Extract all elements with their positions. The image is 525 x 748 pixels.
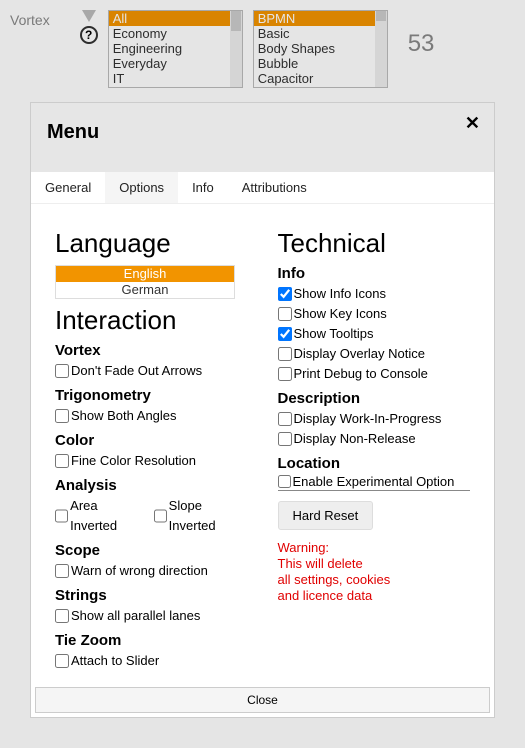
option-checkbox[interactable] bbox=[154, 509, 167, 523]
group-heading: Scope bbox=[55, 542, 248, 559]
option-checkbox[interactable] bbox=[278, 347, 292, 361]
group-heading: Vortex bbox=[55, 342, 248, 359]
group-heading: Strings bbox=[55, 587, 248, 604]
reset-warning: Warning:This will deleteall settings, co… bbox=[278, 540, 471, 604]
group-heading: Color bbox=[55, 432, 248, 449]
option-checkbox[interactable] bbox=[55, 454, 69, 468]
option-row: Area Inverted bbox=[55, 496, 144, 536]
tab-general[interactable]: General bbox=[31, 172, 105, 203]
language-select[interactable]: EnglishGerman bbox=[55, 265, 235, 299]
option-inline-row: Area Inverted Slope Inverted bbox=[55, 496, 248, 536]
option-checkbox[interactable] bbox=[55, 564, 69, 578]
option-checkbox[interactable] bbox=[278, 367, 292, 381]
option-row: Slope Inverted bbox=[154, 496, 248, 536]
option-row: Attach to Slider bbox=[55, 651, 248, 671]
location-option-label: Enable Experimental Option bbox=[293, 474, 455, 489]
option-checkbox[interactable] bbox=[278, 327, 292, 341]
language-option[interactable]: German bbox=[56, 282, 234, 298]
technical-heading: Technical bbox=[278, 228, 471, 259]
group-heading: Trigonometry bbox=[55, 387, 248, 404]
option-row: Display Overlay Notice bbox=[278, 344, 471, 364]
option-label: Attach to Slider bbox=[71, 651, 159, 671]
option-label: Print Debug to Console bbox=[294, 364, 428, 384]
option-row: Show Info Icons bbox=[278, 284, 471, 304]
tab-attributions[interactable]: Attributions bbox=[228, 172, 321, 203]
language-heading: Language bbox=[55, 228, 248, 259]
dialog-footer: Close bbox=[31, 683, 494, 717]
option-row: Display Non-Release bbox=[278, 429, 471, 449]
dialog-header: Menu ✕ bbox=[31, 103, 494, 172]
option-row: Display Work-In-Progress bbox=[278, 409, 471, 429]
option-label: Fine Color Resolution bbox=[71, 451, 196, 471]
option-label: Show Both Angles bbox=[71, 406, 177, 426]
option-row: Fine Color Resolution bbox=[55, 451, 248, 471]
warning-line: and licence data bbox=[278, 588, 471, 604]
info-subheading: Info bbox=[278, 265, 471, 282]
option-row: Show Key Icons bbox=[278, 304, 471, 324]
left-column: Language EnglishGerman Interaction Vorte… bbox=[55, 222, 248, 671]
menu-dialog: Menu ✕ GeneralOptionsInfoAttributions La… bbox=[30, 102, 495, 718]
warning-line: all settings, cookies bbox=[278, 572, 471, 588]
option-checkbox[interactable] bbox=[278, 432, 292, 446]
interaction-heading: Interaction bbox=[55, 305, 248, 336]
hard-reset-button[interactable]: Hard Reset bbox=[278, 501, 374, 530]
option-row: Print Debug to Console bbox=[278, 364, 471, 384]
group-heading: Tie Zoom bbox=[55, 632, 248, 649]
option-checkbox[interactable] bbox=[278, 412, 292, 426]
option-row: Don't Fade Out Arrows bbox=[55, 361, 248, 381]
option-label: Don't Fade Out Arrows bbox=[71, 361, 202, 381]
option-label: Slope Inverted bbox=[169, 496, 248, 536]
tab-info[interactable]: Info bbox=[178, 172, 228, 203]
option-label: Show Key Icons bbox=[294, 304, 387, 324]
option-row: Warn of wrong direction bbox=[55, 561, 248, 581]
dialog-body: Language EnglishGerman Interaction Vorte… bbox=[31, 204, 494, 683]
option-label: Area Inverted bbox=[70, 496, 143, 536]
option-checkbox[interactable] bbox=[278, 287, 292, 301]
tab-options[interactable]: Options bbox=[105, 172, 178, 203]
dialog-title: Menu bbox=[47, 121, 478, 144]
warning-line: This will delete bbox=[278, 556, 471, 572]
option-row: Show Tooltips bbox=[278, 324, 471, 344]
option-checkbox[interactable] bbox=[55, 609, 69, 623]
option-checkbox[interactable] bbox=[55, 509, 68, 523]
warning-line: Warning: bbox=[278, 540, 471, 556]
close-icon[interactable]: ✕ bbox=[465, 113, 480, 134]
enable-experimental-checkbox[interactable] bbox=[278, 475, 291, 488]
location-subheading: Location bbox=[278, 455, 471, 472]
option-label: Display Non-Release bbox=[294, 429, 416, 449]
option-label: Show Tooltips bbox=[294, 324, 374, 344]
dialog-tabs: GeneralOptionsInfoAttributions bbox=[31, 172, 494, 204]
option-checkbox[interactable] bbox=[55, 364, 69, 378]
language-option[interactable]: English bbox=[56, 266, 234, 282]
right-column: Technical Info Show Info IconsShow Key I… bbox=[278, 222, 471, 671]
option-label: Display Work-In-Progress bbox=[294, 409, 442, 429]
option-label: Warn of wrong direction bbox=[71, 561, 208, 581]
option-checkbox[interactable] bbox=[55, 654, 69, 668]
option-label: Display Overlay Notice bbox=[294, 344, 426, 364]
option-checkbox[interactable] bbox=[55, 409, 69, 423]
option-checkbox[interactable] bbox=[278, 307, 292, 321]
description-subheading: Description bbox=[278, 390, 471, 407]
close-button[interactable]: Close bbox=[35, 687, 490, 713]
option-row: Show all parallel lanes bbox=[55, 606, 248, 626]
option-label: Show Info Icons bbox=[294, 284, 387, 304]
group-heading: Analysis bbox=[55, 477, 248, 494]
location-option-row: Enable Experimental Option bbox=[278, 474, 471, 491]
option-label: Show all parallel lanes bbox=[71, 606, 200, 626]
option-row: Show Both Angles bbox=[55, 406, 248, 426]
